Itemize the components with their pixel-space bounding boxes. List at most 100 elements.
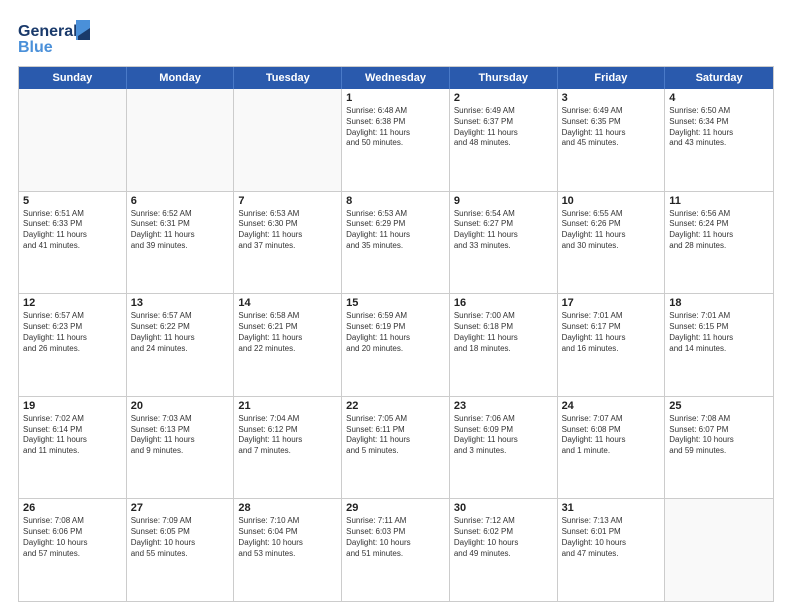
table-row: 3 Sunrise: 6:49 AM Sunset: 6:35 PM Daylig… bbox=[558, 89, 666, 191]
table-row: 1Sunrise: 6:48 AM Sunset: 6:38 PM Daylig… bbox=[342, 89, 450, 191]
calendar-week-4: 19Sunrise: 7:02 AM Sunset: 6:14 PM Dayli… bbox=[19, 396, 773, 499]
day-info: Sunrise: 7:07 AM Sunset: 6:08 PM Dayligh… bbox=[562, 414, 661, 457]
day-number: 14 bbox=[238, 297, 337, 309]
day-number: 27 bbox=[131, 502, 230, 514]
header-day-monday: Monday bbox=[127, 67, 235, 89]
day-number: 23 bbox=[454, 400, 553, 412]
table-row: 8 Sunrise: 6:53 AM Sunset: 6:29 PM Daylig… bbox=[342, 192, 450, 294]
day-number: 12 bbox=[23, 297, 122, 309]
table-row: 14 Sunrise: 6:58 AM Sunset: 6:21 PM Dayli… bbox=[234, 294, 342, 396]
day-number: 11 bbox=[669, 195, 769, 207]
day-info: Sunrise: 7:12 AM Sunset: 6:02 PM Dayligh… bbox=[454, 516, 553, 559]
day-number: 22 bbox=[346, 400, 445, 412]
table-row: 5Sunrise: 6:51 AM Sunset: 6:33 PM Daylig… bbox=[19, 192, 127, 294]
day-number: 21 bbox=[238, 400, 337, 412]
day-info: Sunrise: 6:56 AM Sunset: 6:24 PM Dayligh… bbox=[669, 209, 769, 252]
day-info: Sunrise: 6:48 AM Sunset: 6:38 PM Dayligh… bbox=[346, 106, 445, 149]
day-info: Sunrise: 6:49 AM Sunset: 6:35 PM Dayligh… bbox=[562, 106, 661, 149]
day-number: 10 bbox=[562, 195, 661, 207]
table-row: 30 Sunrise: 7:12 AM Sunset: 6:02 PM Dayli… bbox=[450, 499, 558, 601]
day-info: Sunrise: 7:10 AM Sunset: 6:04 PM Dayligh… bbox=[238, 516, 337, 559]
day-info: Sunrise: 7:08 AM Sunset: 6:06 PM Dayligh… bbox=[23, 516, 122, 559]
day-number: 16 bbox=[454, 297, 553, 309]
day-number: 25 bbox=[669, 400, 769, 412]
day-info: Sunrise: 6:57 AM Sunset: 6:22 PM Dayligh… bbox=[131, 311, 230, 354]
day-number: 31 bbox=[562, 502, 661, 514]
table-row: 31 Sunrise: 7:13 AM Sunset: 6:01 PM Dayli… bbox=[558, 499, 666, 601]
day-info: Sunrise: 6:57 AM Sunset: 6:23 PM Dayligh… bbox=[23, 311, 122, 354]
calendar-week-5: 26 Sunrise: 7:08 AM Sunset: 6:06 PM Dayli… bbox=[19, 498, 773, 601]
table-row: 23 Sunrise: 7:06 AM Sunset: 6:09 PM Dayli… bbox=[450, 397, 558, 499]
day-number: 28 bbox=[238, 502, 337, 514]
day-number: 20 bbox=[131, 400, 230, 412]
calendar: SundayMondayTuesdayWednesdayThursdayFrid… bbox=[18, 66, 774, 602]
day-number: 9 bbox=[454, 195, 553, 207]
day-number: 26 bbox=[23, 502, 122, 514]
table-row: 12 Sunrise: 6:57 AM Sunset: 6:23 PM Dayli… bbox=[19, 294, 127, 396]
day-info: Sunrise: 6:53 AM Sunset: 6:29 PM Dayligh… bbox=[346, 209, 445, 252]
day-number: 13 bbox=[131, 297, 230, 309]
table-row: 29 Sunrise: 7:11 AM Sunset: 6:03 PM Dayli… bbox=[342, 499, 450, 601]
table-row: 22 Sunrise: 7:05 AM Sunset: 6:11 PM Dayli… bbox=[342, 397, 450, 499]
day-info: Sunrise: 6:58 AM Sunset: 6:21 PM Dayligh… bbox=[238, 311, 337, 354]
day-info: Sunrise: 7:01 AM Sunset: 6:15 PM Dayligh… bbox=[669, 311, 769, 354]
table-row: 16 Sunrise: 7:00 AM Sunset: 6:18 PM Dayli… bbox=[450, 294, 558, 396]
header-day-thursday: Thursday bbox=[450, 67, 558, 89]
day-info: Sunrise: 7:06 AM Sunset: 6:09 PM Dayligh… bbox=[454, 414, 553, 457]
table-row: 28 Sunrise: 7:10 AM Sunset: 6:04 PM Dayli… bbox=[234, 499, 342, 601]
table-row: 17Sunrise: 7:01 AM Sunset: 6:17 PM Dayli… bbox=[558, 294, 666, 396]
table-row: 15Sunrise: 6:59 AM Sunset: 6:19 PM Dayli… bbox=[342, 294, 450, 396]
table-row bbox=[665, 499, 773, 601]
day-info: Sunrise: 7:08 AM Sunset: 6:07 PM Dayligh… bbox=[669, 414, 769, 457]
day-number: 2 bbox=[454, 92, 553, 104]
table-row: 26 Sunrise: 7:08 AM Sunset: 6:06 PM Dayli… bbox=[19, 499, 127, 601]
calendar-week-2: 5Sunrise: 6:51 AM Sunset: 6:33 PM Daylig… bbox=[19, 191, 773, 294]
day-number: 29 bbox=[346, 502, 445, 514]
table-row: 27 Sunrise: 7:09 AM Sunset: 6:05 PM Dayli… bbox=[127, 499, 235, 601]
table-row: 21 Sunrise: 7:04 AM Sunset: 6:12 PM Dayli… bbox=[234, 397, 342, 499]
header-day-friday: Friday bbox=[558, 67, 666, 89]
table-row: 7Sunrise: 6:53 AM Sunset: 6:30 PM Daylig… bbox=[234, 192, 342, 294]
day-info: Sunrise: 6:54 AM Sunset: 6:27 PM Dayligh… bbox=[454, 209, 553, 252]
calendar-header: SundayMondayTuesdayWednesdayThursdayFrid… bbox=[19, 67, 773, 89]
table-row: 18 Sunrise: 7:01 AM Sunset: 6:15 PM Dayli… bbox=[665, 294, 773, 396]
day-info: Sunrise: 7:05 AM Sunset: 6:11 PM Dayligh… bbox=[346, 414, 445, 457]
day-info: Sunrise: 7:00 AM Sunset: 6:18 PM Dayligh… bbox=[454, 311, 553, 354]
calendar-week-1: 1Sunrise: 6:48 AM Sunset: 6:38 PM Daylig… bbox=[19, 89, 773, 191]
day-number: 3 bbox=[562, 92, 661, 104]
logo-icon: GeneralBlue bbox=[18, 18, 98, 58]
calendar-week-3: 12 Sunrise: 6:57 AM Sunset: 6:23 PM Dayli… bbox=[19, 293, 773, 396]
header-day-tuesday: Tuesday bbox=[234, 67, 342, 89]
svg-text:General: General bbox=[18, 23, 78, 40]
header-day-wednesday: Wednesday bbox=[342, 67, 450, 89]
day-info: Sunrise: 6:49 AM Sunset: 6:37 PM Dayligh… bbox=[454, 106, 553, 149]
table-row bbox=[127, 89, 235, 191]
day-number: 30 bbox=[454, 502, 553, 514]
table-row: 25 Sunrise: 7:08 AM Sunset: 6:07 PM Dayli… bbox=[665, 397, 773, 499]
header-day-saturday: Saturday bbox=[665, 67, 773, 89]
table-row bbox=[19, 89, 127, 191]
header-day-sunday: Sunday bbox=[19, 67, 127, 89]
table-row: 20Sunrise: 7:03 AM Sunset: 6:13 PM Dayli… bbox=[127, 397, 235, 499]
day-info: Sunrise: 6:50 AM Sunset: 6:34 PM Dayligh… bbox=[669, 106, 769, 149]
svg-text:Blue: Blue bbox=[18, 39, 53, 56]
table-row: 10Sunrise: 6:55 AM Sunset: 6:26 PM Dayli… bbox=[558, 192, 666, 294]
table-row: 24 Sunrise: 7:07 AM Sunset: 6:08 PM Dayli… bbox=[558, 397, 666, 499]
day-info: Sunrise: 7:11 AM Sunset: 6:03 PM Dayligh… bbox=[346, 516, 445, 559]
table-row: 6Sunrise: 6:52 AM Sunset: 6:31 PM Daylig… bbox=[127, 192, 235, 294]
day-number: 6 bbox=[131, 195, 230, 207]
day-number: 19 bbox=[23, 400, 122, 412]
day-info: Sunrise: 6:53 AM Sunset: 6:30 PM Dayligh… bbox=[238, 209, 337, 252]
day-number: 24 bbox=[562, 400, 661, 412]
table-row: 11 Sunrise: 6:56 AM Sunset: 6:24 PM Dayli… bbox=[665, 192, 773, 294]
day-info: Sunrise: 7:04 AM Sunset: 6:12 PM Dayligh… bbox=[238, 414, 337, 457]
day-number: 18 bbox=[669, 297, 769, 309]
table-row: 19Sunrise: 7:02 AM Sunset: 6:14 PM Dayli… bbox=[19, 397, 127, 499]
day-info: Sunrise: 7:09 AM Sunset: 6:05 PM Dayligh… bbox=[131, 516, 230, 559]
day-number: 8 bbox=[346, 195, 445, 207]
calendar-body: 1Sunrise: 6:48 AM Sunset: 6:38 PM Daylig… bbox=[19, 89, 773, 601]
day-info: Sunrise: 7:13 AM Sunset: 6:01 PM Dayligh… bbox=[562, 516, 661, 559]
day-info: Sunrise: 7:01 AM Sunset: 6:17 PM Dayligh… bbox=[562, 311, 661, 354]
table-row: 4Sunrise: 6:50 AM Sunset: 6:34 PM Daylig… bbox=[665, 89, 773, 191]
day-info: Sunrise: 6:51 AM Sunset: 6:33 PM Dayligh… bbox=[23, 209, 122, 252]
